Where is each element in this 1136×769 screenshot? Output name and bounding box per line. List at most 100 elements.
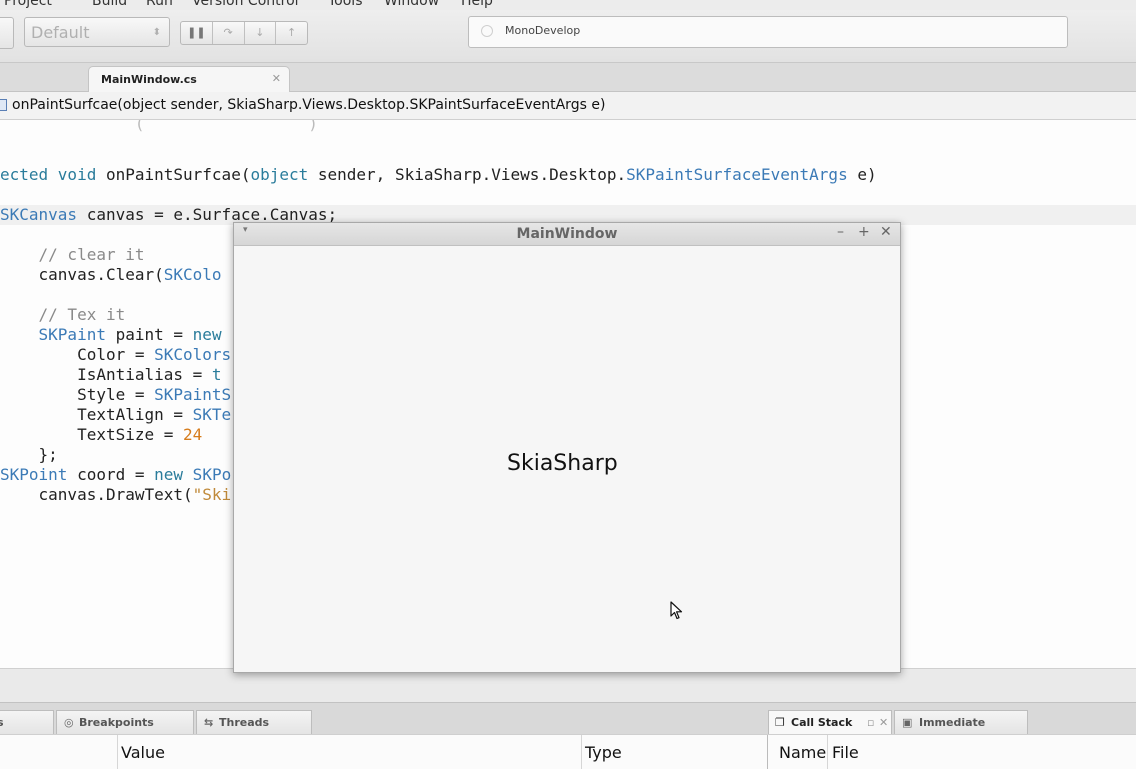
code-token: canvas.Clear( — [0, 265, 164, 284]
method-icon — [0, 99, 7, 111]
configuration-value: Default — [31, 23, 90, 42]
step-out-icon: ↑ — [287, 26, 297, 39]
code-token: SKTe — [192, 405, 232, 424]
code-token: TextSize = — [0, 425, 184, 444]
debug-controls: ❚❚ ↷ ↓ ↑ — [180, 21, 308, 45]
code-line-point: SKPoint coord = new SKPo — [0, 465, 231, 485]
pad-tab-label: Immediate — [919, 716, 986, 729]
menu-run[interactable]: Run — [146, 0, 173, 9]
breakpoint-icon: ◎ — [64, 716, 74, 729]
code-token: SKPaintS — [154, 385, 232, 404]
column-type[interactable]: Type — [585, 743, 622, 762]
code-line-color: Color = SKColors — [0, 345, 231, 365]
step-over-button[interactable]: ↷ — [213, 22, 245, 44]
breadcrumb-method[interactable]: onPaintSurfcae(object sender, SkiaSharp.… — [12, 97, 605, 113]
code-line-clear: canvas.Clear(SKColo — [0, 265, 222, 285]
code-token: paint = — [105, 325, 193, 344]
step-out-button[interactable]: ↑ — [276, 22, 307, 44]
code-token: onPaintSurfcae( — [96, 165, 251, 184]
code-token: SKPaintSurfaceEventArgs — [626, 165, 848, 184]
code-token: TextAlign = — [0, 405, 193, 424]
code-token: t — [211, 365, 222, 384]
pad-column-headers: Value Type Name File — [0, 734, 1136, 769]
dock-icon[interactable]: ▫ — [867, 716, 874, 729]
menu-window[interactable]: Window — [384, 0, 439, 9]
code-token: SKPaint — [38, 325, 106, 344]
window-titlebar[interactable]: ▾ MainWindow – + ✕ — [234, 223, 900, 246]
pause-icon: ❚❚ — [187, 26, 206, 39]
close-icon[interactable]: ✕ — [879, 716, 888, 729]
status-icon — [481, 25, 493, 37]
close-icon[interactable]: ✕ — [880, 224, 892, 240]
maximize-icon[interactable]: + — [858, 224, 870, 240]
code-token: "Ski — [192, 485, 232, 504]
pad-tab-label: Breakpoints — [79, 716, 154, 729]
code-line-partial: ( ) — [0, 120, 347, 133]
pad-tab-breakpoints[interactable]: ◎ Breakpoints — [56, 710, 194, 734]
step-into-button[interactable]: ↓ — [245, 22, 277, 44]
code-token: new — [154, 465, 184, 484]
threads-icon: ⇆ — [204, 716, 214, 729]
code-token: canvas.DrawText( — [0, 485, 193, 504]
code-token: e) — [847, 165, 877, 184]
chevron-updown-icon: ⬍ — [152, 27, 161, 38]
pad-tab-locals[interactable]: s — [0, 710, 54, 734]
breadcrumb: onPaintSurfcae(object sender, SkiaSharp.… — [0, 92, 1136, 120]
menu-bar: Project Build Run Version Control Tools … — [0, 0, 1136, 10]
code-token: SKCanvas — [0, 205, 78, 224]
code-token: Style = — [0, 385, 155, 404]
close-icon[interactable]: ✕ — [272, 72, 281, 85]
toolbar: Default ⬍ ❚❚ ↷ ↓ ↑ MonoDevelop — [0, 10, 1136, 63]
code-line-textsize: TextSize = 24 — [0, 425, 202, 445]
code-line-style: Style = SKPaintS — [0, 385, 231, 405]
column-file[interactable]: File — [832, 743, 859, 762]
code-line-close: }; — [0, 445, 58, 464]
call-stack-icon: ❐ — [775, 716, 785, 729]
column-divider — [117, 735, 118, 769]
column-divider — [827, 735, 828, 769]
menu-project[interactable]: Project — [4, 0, 52, 9]
code-line-textalign: TextAlign = SKTe — [0, 405, 231, 425]
pad-separator — [0, 668, 1136, 703]
menu-version-control[interactable]: Version Control — [192, 0, 299, 9]
column-name[interactable]: Name — [779, 743, 826, 762]
status-bar: MonoDevelop — [468, 16, 1068, 48]
code-token: SKPoint — [0, 465, 68, 484]
code-line-antialias: IsAntialias = t — [0, 365, 222, 385]
code-line-comment-clear: // clear it — [0, 245, 145, 264]
code-token: sender, SkiaSharp.Views.Desktop. — [308, 165, 627, 184]
menu-build[interactable]: Build — [92, 0, 127, 9]
run-button[interactable] — [0, 17, 14, 49]
code-token: new — [192, 325, 222, 344]
pad-tab-immediate[interactable]: ▣ Immediate — [894, 710, 1028, 734]
code-token: coord = — [67, 465, 155, 484]
tab-mainwindow-cs[interactable]: MainWindow.cs ✕ — [88, 66, 290, 92]
step-into-icon: ↓ — [255, 26, 265, 39]
code-token: SKColors — [154, 345, 232, 364]
pause-button[interactable]: ❚❚ — [181, 22, 213, 44]
step-over-icon: ↷ — [223, 26, 233, 39]
code-line-paint: SKPaint paint = new — [0, 325, 222, 345]
status-text: MonoDevelop — [505, 24, 581, 37]
pad-tab-threads[interactable]: ⇆ Threads — [196, 710, 312, 734]
code-token: SKColo — [163, 265, 222, 284]
minimize-icon[interactable]: – — [837, 224, 844, 240]
configuration-select[interactable]: Default ⬍ — [24, 17, 170, 47]
skia-canvas-view[interactable]: SkiaSharp — [234, 246, 900, 672]
canvas-text: SkiaSharp — [507, 451, 618, 476]
column-value[interactable]: Value — [121, 743, 165, 762]
pad-tab-call-stack[interactable]: ❐ Call Stack ▫ ✕ — [768, 710, 892, 734]
menu-help[interactable]: Help — [461, 0, 493, 9]
code-token: object — [250, 165, 309, 184]
tab-label: MainWindow.cs — [101, 73, 197, 86]
code-token: 24 — [183, 425, 203, 444]
pad-tab-strip: s ◎ Breakpoints ⇆ Threads ❐ Call Stack ▫… — [0, 702, 1136, 735]
code-line-signature: ected void onPaintSurfcae(object sender,… — [0, 165, 877, 185]
column-divider — [581, 735, 582, 769]
column-divider — [767, 735, 768, 769]
menu-tools[interactable]: Tools — [328, 0, 363, 9]
code-token: SKPo — [183, 465, 232, 484]
code-token: IsAntialias = — [0, 365, 212, 384]
immediate-icon: ▣ — [902, 716, 913, 729]
